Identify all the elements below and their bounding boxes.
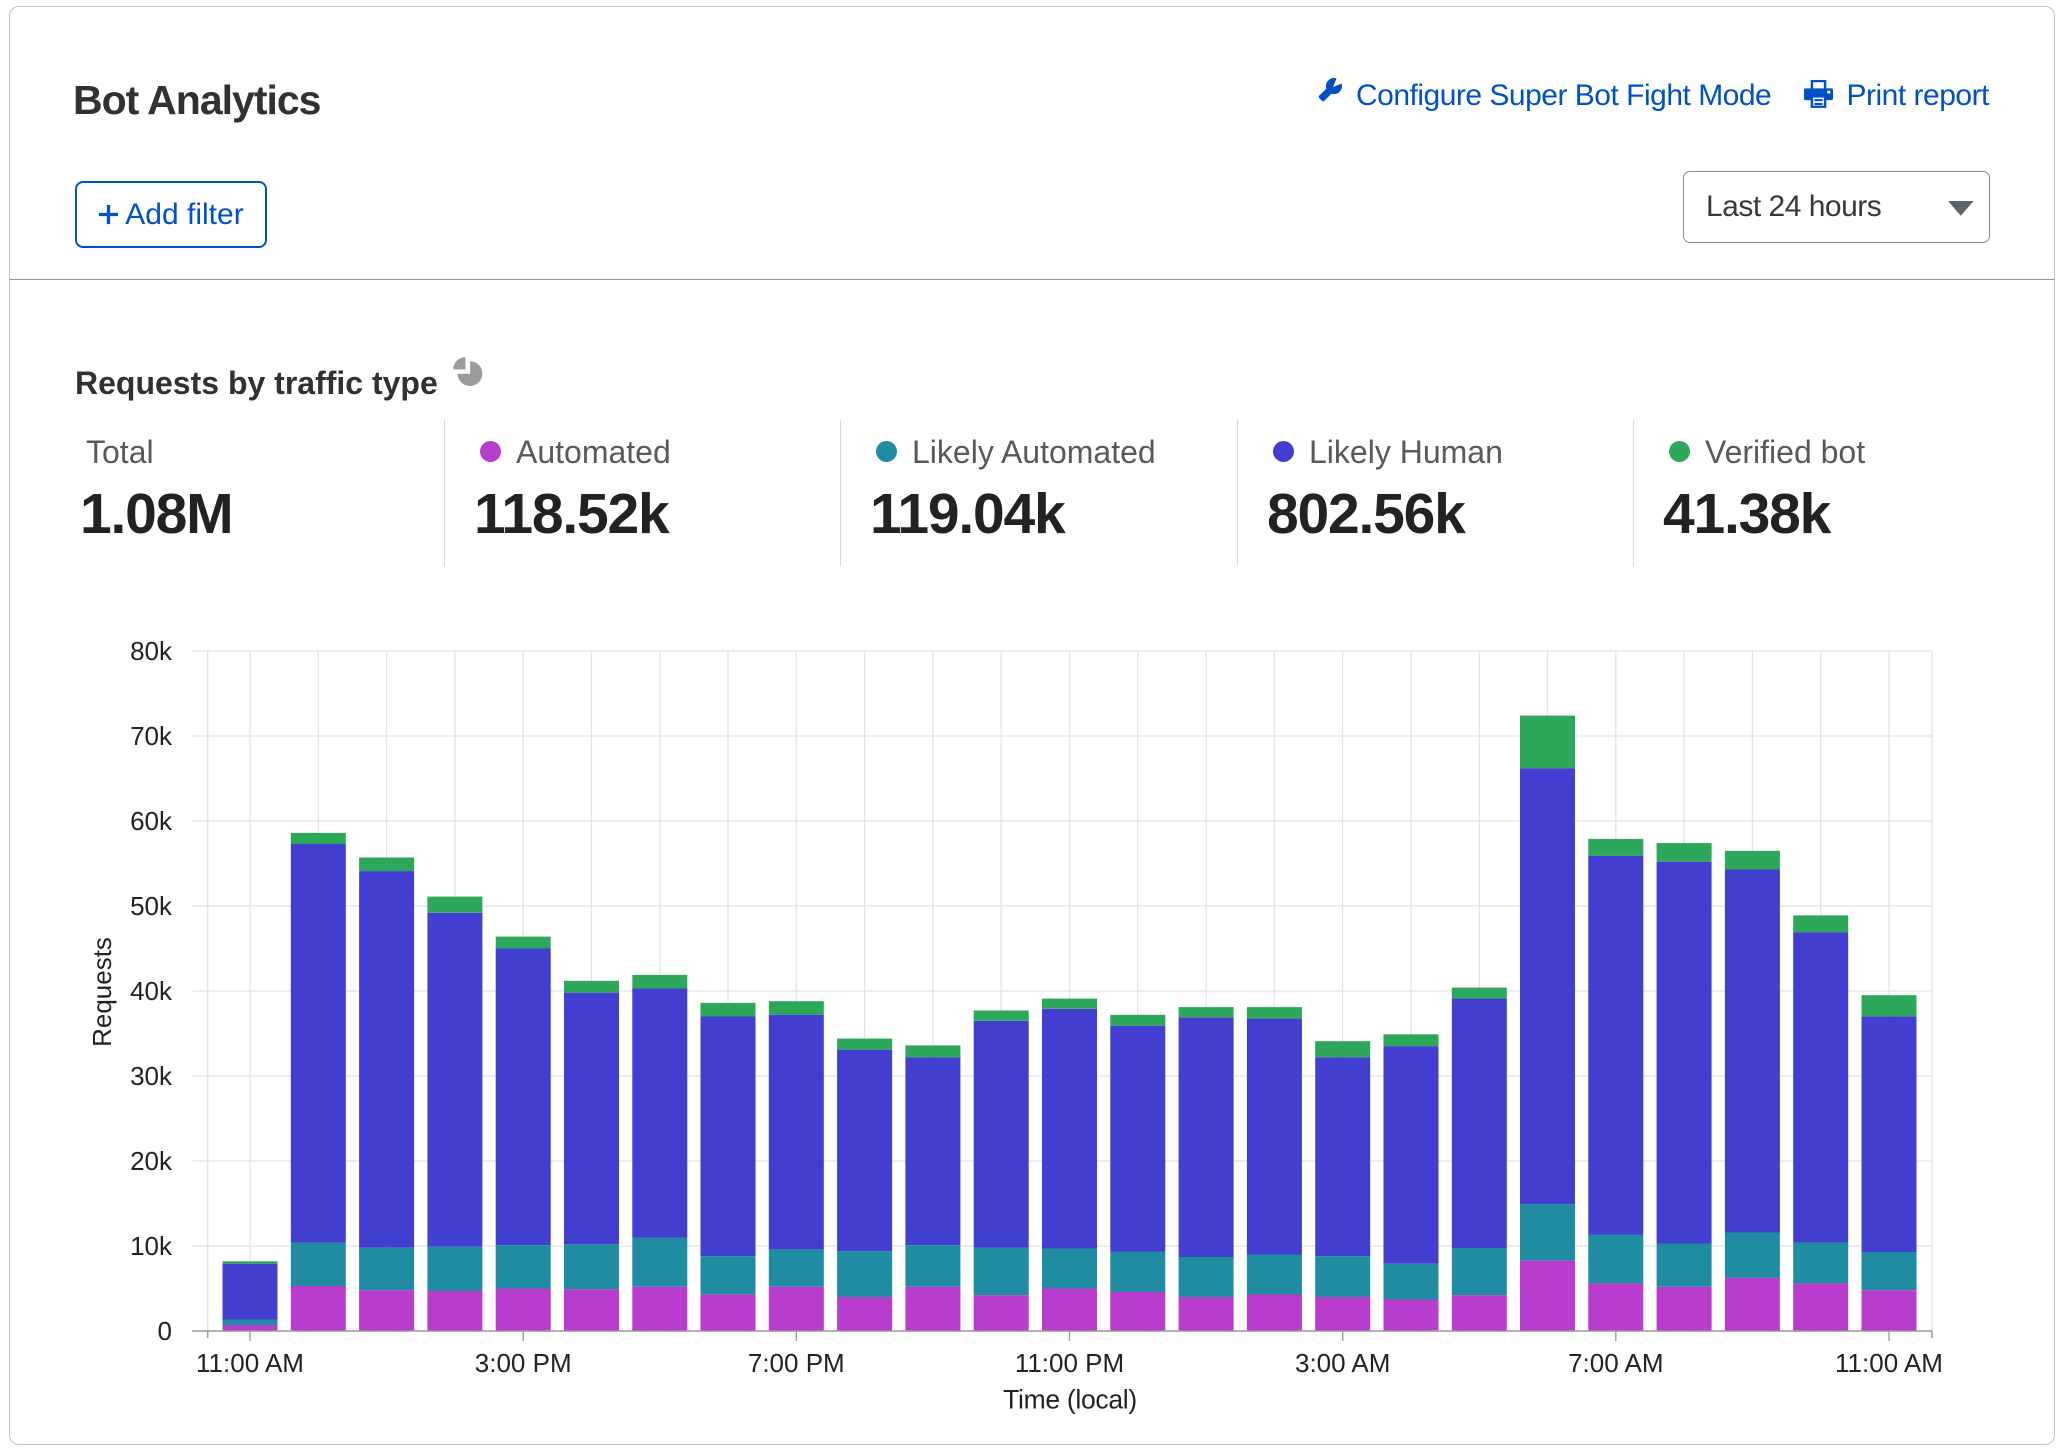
svg-text:40k: 40k — [130, 976, 173, 1006]
svg-text:Requests: Requests — [87, 937, 117, 1047]
svg-text:20k: 20k — [130, 1146, 173, 1176]
svg-text:10k: 10k — [130, 1231, 173, 1261]
svg-text:11:00 AM: 11:00 AM — [196, 1348, 304, 1378]
svg-text:Time (local): Time (local) — [1003, 1385, 1137, 1415]
svg-text:7:00 AM: 7:00 AM — [1568, 1348, 1663, 1378]
svg-text:7:00 PM: 7:00 PM — [748, 1348, 845, 1378]
svg-text:30k: 30k — [130, 1061, 173, 1091]
svg-text:11:00 PM: 11:00 PM — [1015, 1348, 1124, 1378]
svg-text:11:00 AM: 11:00 AM — [1835, 1348, 1943, 1378]
svg-text:0: 0 — [158, 1316, 172, 1346]
svg-text:50k: 50k — [130, 891, 173, 921]
svg-text:3:00 PM: 3:00 PM — [475, 1348, 572, 1378]
svg-text:60k: 60k — [130, 806, 173, 836]
svg-text:80k: 80k — [130, 636, 173, 666]
svg-text:3:00 AM: 3:00 AM — [1295, 1348, 1390, 1378]
svg-text:70k: 70k — [130, 721, 173, 751]
